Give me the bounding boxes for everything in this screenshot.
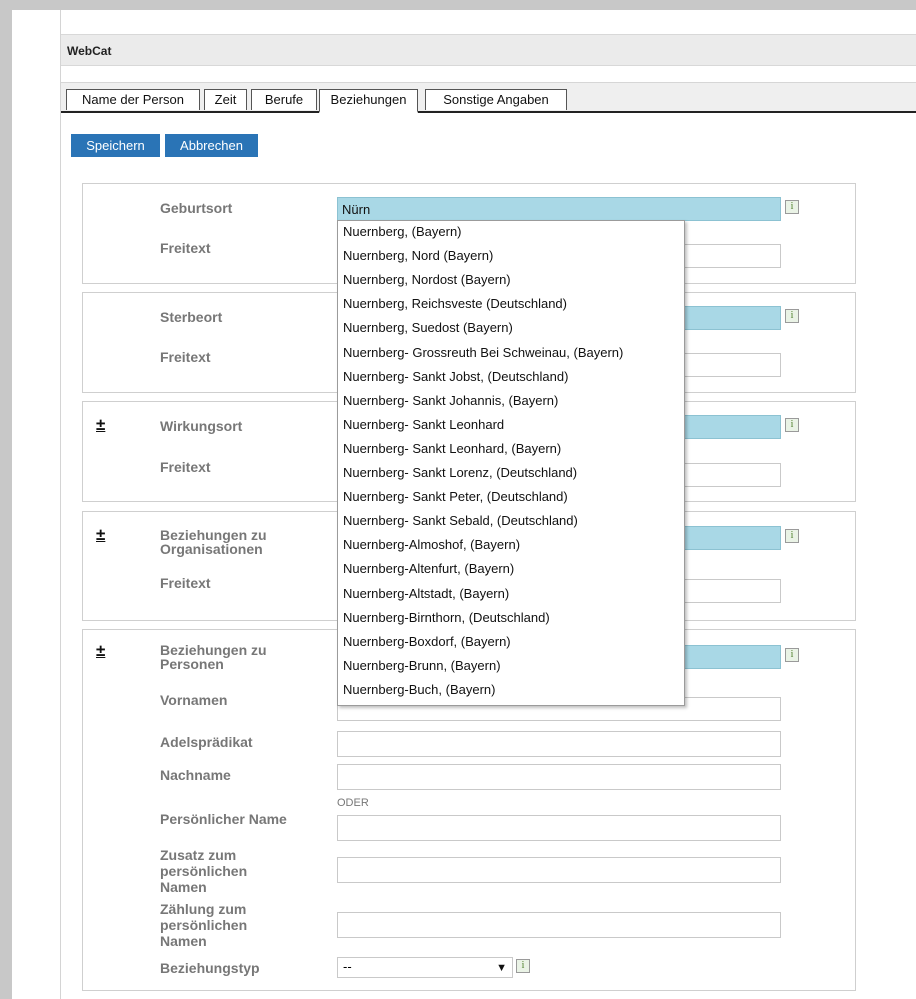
freitext-label: Freitext — [160, 459, 211, 475]
expand-icon[interactable]: ± — [96, 526, 105, 543]
beziehungstyp-label: Beziehungstyp — [160, 960, 260, 976]
content-border — [60, 10, 61, 999]
autocomplete-item[interactable]: Nuernberg, Nord (Bayern) — [343, 245, 493, 267]
geburtsort-value: Nürn — [342, 202, 371, 217]
oder-label: ODER — [337, 797, 369, 809]
vornamen-label: Vornamen — [160, 692, 228, 708]
tab-sonstige-angaben[interactable]: Sonstige Angaben — [425, 89, 567, 110]
info-icon[interactable]: i — [785, 648, 799, 662]
zaehlung-label-2: persönlichen — [160, 917, 248, 933]
freitext-label: Freitext — [160, 349, 211, 365]
autocomplete-item[interactable]: Nuernberg-Brunn, (Bayern) — [343, 655, 501, 677]
autocomplete-dropdown: Nuernberg, (Bayern) Nuernberg, Nord (Baye… — [337, 220, 685, 706]
persoenlicher-name-input[interactable] — [337, 815, 781, 841]
autocomplete-item[interactable]: Nuernberg-Boxdorf, (Bayern) — [343, 631, 511, 653]
autocomplete-item[interactable]: Nuernberg, (Bayern) — [343, 221, 462, 243]
tab-beziehungen[interactable]: Beziehungen — [319, 89, 418, 113]
info-icon[interactable]: i — [785, 200, 799, 214]
autocomplete-item[interactable]: Nuernberg-Altstadt, (Bayern) — [343, 583, 509, 605]
tab-bar: Name der Person Zeit Berufe Beziehungen … — [61, 82, 916, 113]
info-icon[interactable]: i — [516, 959, 530, 973]
info-icon[interactable]: i — [785, 529, 799, 543]
nachname-label: Nachname — [160, 767, 231, 783]
zusatz-label-2: persönlichen — [160, 863, 248, 879]
nachname-input[interactable] — [337, 764, 781, 790]
adelspraedikat-input[interactable] — [337, 731, 781, 757]
tab-name-der-person[interactable]: Name der Person — [66, 89, 200, 110]
autocomplete-item[interactable]: Nuernberg- Sankt Jobst, (Deutschland) — [343, 366, 568, 388]
autocomplete-item[interactable]: Nuernberg-Altenfurt, (Bayern) — [343, 558, 514, 580]
zusatz-label-1: Zusatz zum — [160, 847, 237, 863]
app-title: WebCat — [67, 44, 112, 58]
autocomplete-item[interactable]: Nuernberg-Buch, (Bayern) — [343, 679, 495, 701]
cancel-button[interactable]: Abbrechen — [165, 134, 258, 157]
autocomplete-item[interactable]: Nuernberg- Sankt Leonhard — [343, 414, 504, 436]
expand-icon[interactable]: ± — [96, 416, 105, 433]
expand-icon[interactable]: ± — [96, 642, 105, 659]
autocomplete-item[interactable]: Nuernberg- Sankt Leonhard, (Bayern) — [343, 438, 561, 460]
autocomplete-item[interactable]: Nuernberg, Nordost (Bayern) — [343, 269, 511, 291]
zaehlung-label-1: Zählung zum — [160, 901, 247, 917]
save-button[interactable]: Speichern — [71, 134, 160, 157]
autocomplete-item[interactable]: Nuernberg- Sankt Peter, (Deutschland) — [343, 486, 568, 508]
zusatz-label-3: Namen — [160, 879, 207, 895]
info-icon[interactable]: i — [785, 418, 799, 432]
organisationen-label-2: Organisationen — [160, 541, 263, 557]
zusatz-input[interactable] — [337, 857, 781, 883]
zaehlung-label-3: Namen — [160, 933, 207, 949]
autocomplete-item[interactable]: Nuernberg-Birnthorn, (Deutschland) — [343, 607, 550, 629]
wirkungsort-label: Wirkungsort — [160, 418, 243, 434]
geburtsort-input[interactable]: Nürn — [337, 197, 781, 221]
info-icon[interactable]: i — [785, 309, 799, 323]
personen-label-2: Personen — [160, 656, 224, 672]
freitext-label: Freitext — [160, 575, 211, 591]
persoenlicher-name-label: Persönlicher Name — [160, 811, 287, 827]
tab-berufe[interactable]: Berufe — [251, 89, 317, 110]
autocomplete-item[interactable]: Nuernberg, Suedost (Bayern) — [343, 317, 513, 339]
autocomplete-item[interactable]: Nuernberg- Sankt Sebald, (Deutschland) — [343, 510, 578, 532]
tab-zeit[interactable]: Zeit — [204, 89, 247, 110]
title-bar: WebCat — [61, 34, 916, 66]
zaehlung-input[interactable] — [337, 912, 781, 938]
beziehungstyp-value: -- — [343, 959, 352, 974]
sterbeort-label: Sterbeort — [160, 309, 223, 325]
freitext-label: Freitext — [160, 240, 211, 256]
chevron-down-icon: ▼ — [496, 962, 507, 974]
autocomplete-item[interactable]: Nuernberg- Grossreuth Bei Schweinau, (Ba… — [343, 342, 623, 364]
autocomplete-item[interactable]: Nuernberg- Sankt Johannis, (Bayern) — [343, 390, 558, 412]
beziehungstyp-select[interactable]: -- ▼ — [337, 957, 513, 978]
autocomplete-item[interactable]: Nuernberg- Sankt Lorenz, (Deutschland) — [343, 462, 577, 484]
autocomplete-item[interactable]: Nuernberg, Reichsveste (Deutschland) — [343, 293, 567, 315]
autocomplete-item[interactable]: Nuernberg-Almoshof, (Bayern) — [343, 534, 520, 556]
geburtsort-label: Geburtsort — [160, 200, 233, 216]
adelspraedikat-label: Adelsprädikat — [160, 734, 253, 750]
